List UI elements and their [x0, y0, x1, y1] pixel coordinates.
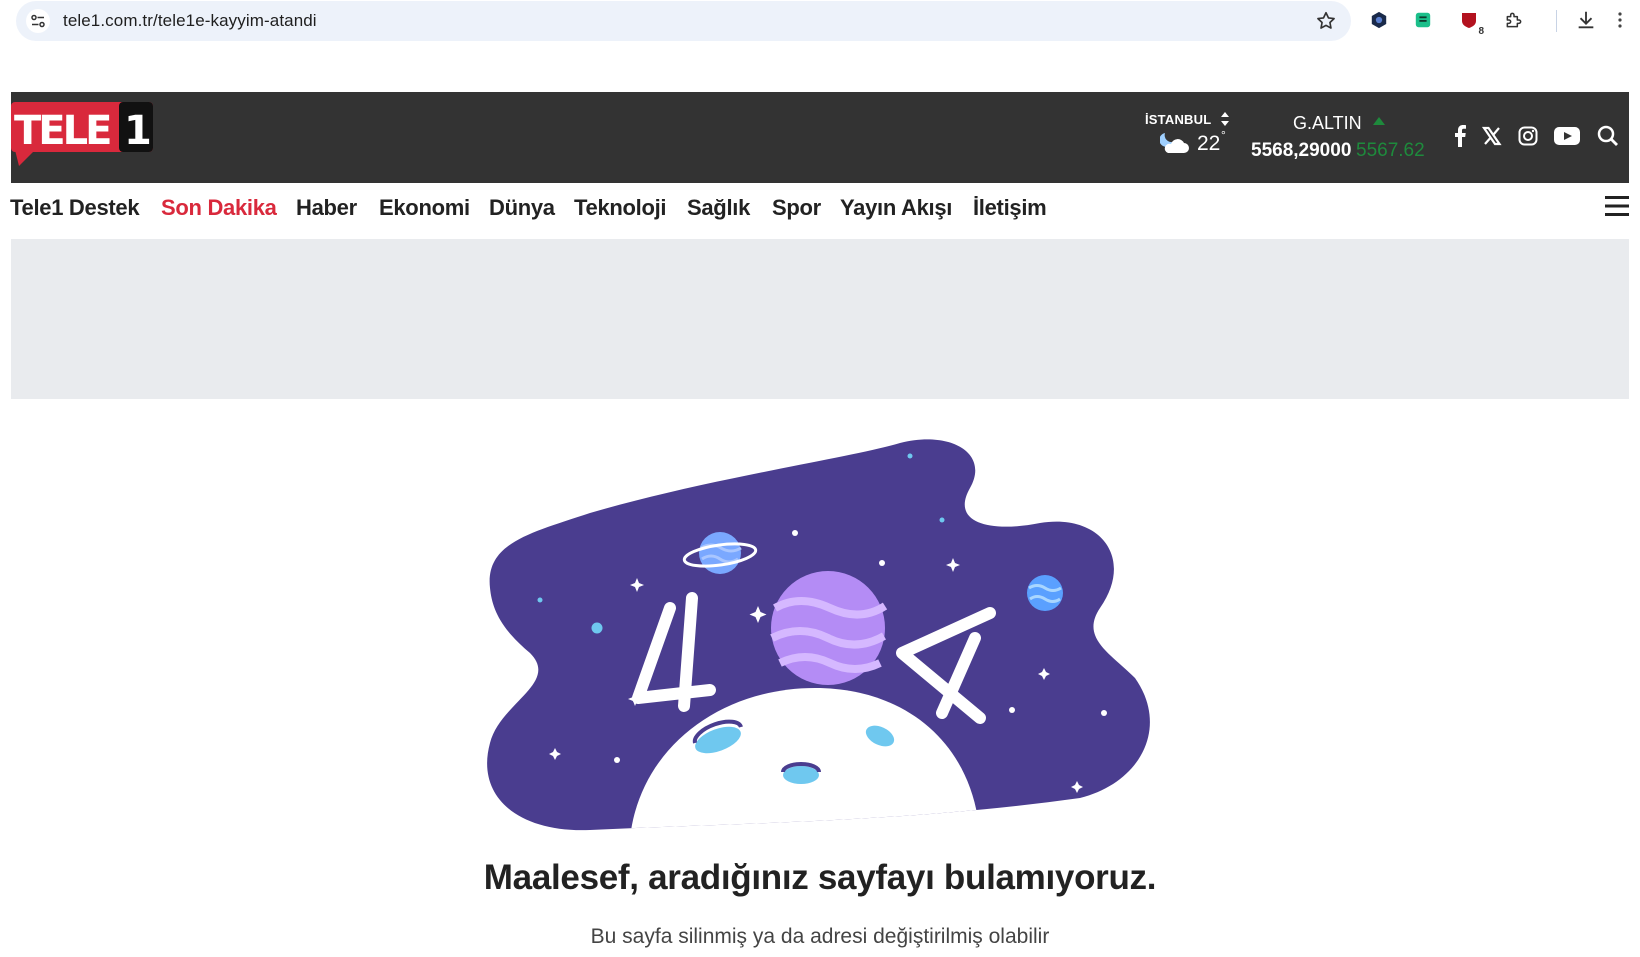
nav-item-dunya[interactable]: Dünya: [489, 195, 555, 221]
extensions-puzzle-icon[interactable]: [1503, 9, 1525, 31]
browser-menu-icon[interactable]: [1614, 9, 1626, 31]
site-settings-icon[interactable]: [26, 9, 50, 33]
404-illustration: [487, 439, 1150, 831]
gold-value: 5568,29000: [1251, 140, 1352, 161]
gold-previous-value: 5567.62: [1356, 140, 1425, 161]
main-nav: Tele1 Destek Son Dakika Haber Ekonomi Dü…: [10, 187, 1630, 231]
bookmark-star-icon[interactable]: [1315, 10, 1337, 32]
nav-item-spor[interactable]: Spor: [772, 195, 821, 221]
extension-hex-icon[interactable]: [1368, 9, 1390, 31]
error-subtitle: Bu sayfa silinmiş ya da adresi değiştiri…: [590, 925, 1050, 948]
youtube-icon[interactable]: [1553, 124, 1581, 148]
weather-widget[interactable]: İSTANBUL 22 °: [1145, 112, 1230, 162]
search-icon[interactable]: [1596, 124, 1620, 148]
trend-up-icon: [1373, 117, 1385, 125]
toolbar-divider: [1556, 10, 1557, 32]
nav-item-yayin-akisi[interactable]: Yayın Akışı: [840, 195, 952, 221]
tele1-logo[interactable]: TELE 1: [11, 102, 153, 168]
city-select-icon[interactable]: [1220, 110, 1230, 128]
browser-toolbar: tele1.com.tr/tele1e-kayyim-atandi 8: [0, 0, 1640, 42]
download-icon[interactable]: [1575, 9, 1597, 31]
nav-item-iletisim[interactable]: İletişim: [973, 195, 1047, 221]
facebook-icon[interactable]: [1448, 124, 1472, 148]
svg-text:1: 1: [124, 108, 152, 154]
site-header: TELE 1 İSTANBUL 22 ° G.ALTIN 5568,29000 …: [11, 92, 1629, 183]
weather-city: İSTANBUL: [1145, 112, 1212, 127]
url-text[interactable]: tele1.com.tr/tele1e-kayyim-atandi: [63, 11, 317, 31]
address-bar[interactable]: tele1.com.tr/tele1e-kayyim-atandi: [16, 1, 1351, 41]
extension-green-icon[interactable]: [1412, 9, 1434, 31]
extension-shield-icon[interactable]: 8: [1458, 9, 1484, 37]
ad-placeholder: [11, 239, 1629, 399]
nav-item-son-dakika[interactable]: Son Dakika: [161, 195, 277, 221]
nav-item-saglik[interactable]: Sağlık: [687, 195, 750, 221]
instagram-icon[interactable]: [1516, 124, 1540, 148]
x-icon[interactable]: [1480, 124, 1504, 148]
error-title: Maalesef, aradığınız sayfayı bulamıyoruz…: [483, 858, 1157, 897]
nav-item-tele1-destek[interactable]: Tele1 Destek: [10, 195, 140, 221]
weather-degree: °: [1221, 128, 1226, 142]
extension-badge: 8: [1478, 26, 1484, 37]
gold-price-widget[interactable]: G.ALTIN 5568,29000 5567.62: [1251, 113, 1426, 163]
nav-item-haber[interactable]: Haber: [296, 195, 357, 221]
weather-temperature: 22: [1197, 132, 1221, 155]
gold-label: G.ALTIN: [1293, 113, 1362, 133]
nav-item-teknoloji[interactable]: Teknoloji: [574, 195, 667, 221]
svg-text:TELE: TELE: [14, 108, 110, 154]
hamburger-menu-icon[interactable]: [1605, 195, 1629, 217]
partly-cloudy-night-icon: [1160, 133, 1189, 153]
nav-item-ekonomi[interactable]: Ekonomi: [379, 195, 470, 221]
